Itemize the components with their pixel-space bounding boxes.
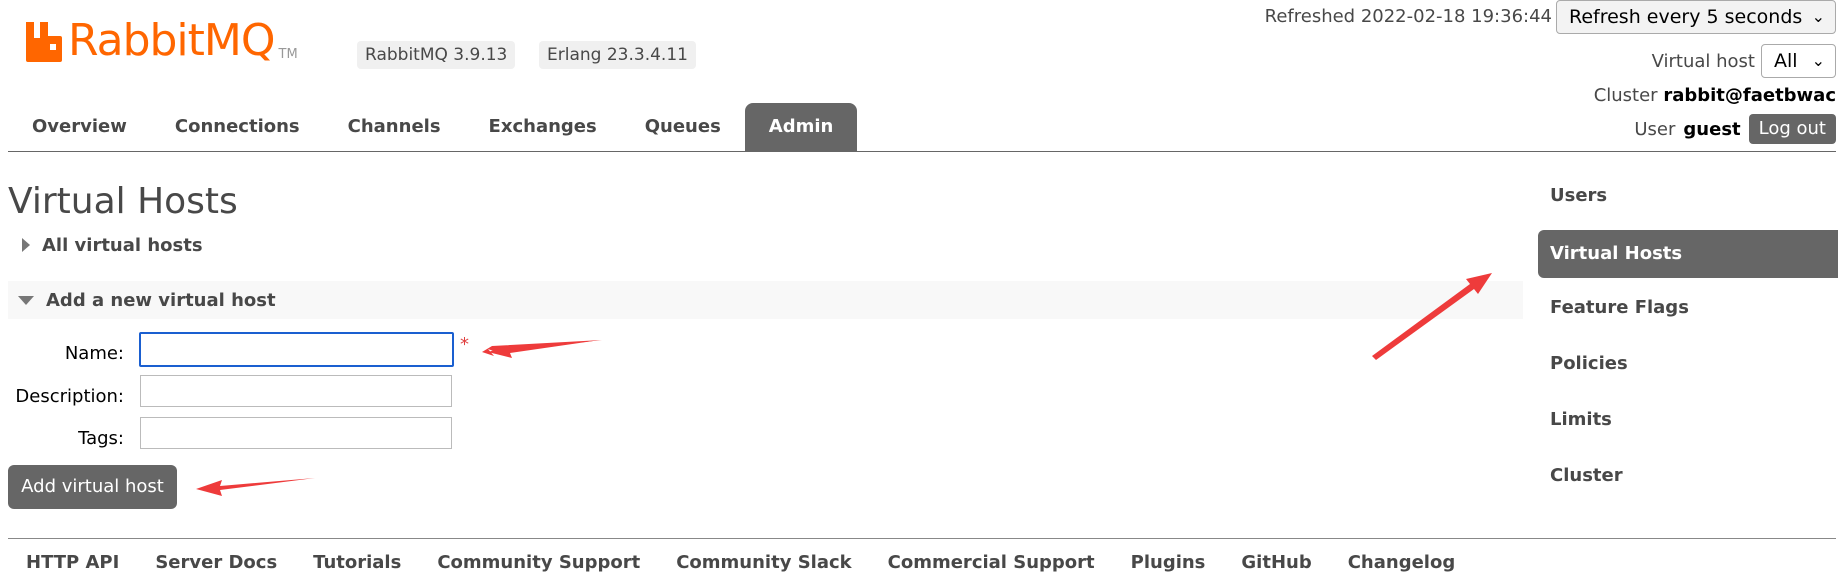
erlang-version-badge: Erlang 23.3.4.11: [539, 41, 696, 69]
footer-link-tutorials[interactable]: Tutorials: [295, 548, 419, 578]
sidebar-item-limits[interactable]: Limits: [1538, 394, 1838, 450]
footer-links: HTTP API Server Docs Tutorials Community…: [8, 548, 1473, 578]
footer-link-changelog[interactable]: Changelog: [1330, 548, 1474, 578]
name-field[interactable]: [139, 332, 454, 367]
user-info: User guest Log out: [1634, 114, 1836, 144]
add-virtual-host-button[interactable]: Add virtual host: [8, 465, 177, 509]
all-virtual-hosts-toggle[interactable]: All virtual hosts: [8, 226, 203, 264]
required-indicator: *: [460, 334, 469, 355]
footer-link-http-api[interactable]: HTTP API: [8, 548, 137, 578]
rabbitmq-logo-icon: [26, 22, 62, 62]
tags-field[interactable]: [140, 417, 452, 449]
rabbitmq-logo[interactable]: RabbitMQ TM: [24, 16, 298, 68]
tab-channels[interactable]: Channels: [324, 103, 465, 151]
sidebar-item-policies[interactable]: Policies: [1538, 338, 1838, 394]
sidebar-item-cluster[interactable]: Cluster: [1538, 450, 1838, 506]
description-field-label: Description:: [15, 386, 124, 407]
footer-link-plugins[interactable]: Plugins: [1113, 548, 1224, 578]
footer-divider: [8, 538, 1836, 539]
admin-sidebar: Users Virtual Hosts Feature Flags Polici…: [1538, 170, 1838, 506]
sidebar-item-virtual-hosts[interactable]: Virtual Hosts: [1538, 230, 1838, 278]
all-virtual-hosts-label: All virtual hosts: [42, 234, 203, 256]
caret-down-icon: [18, 295, 34, 305]
refreshed-timestamp: Refreshed 2022-02-18 19:36:44: [1264, 6, 1552, 27]
chevron-down-icon: ⌄: [1811, 51, 1825, 70]
tab-queues[interactable]: Queues: [621, 103, 745, 151]
virtual-host-label: Virtual host: [1651, 50, 1755, 72]
cluster-name: rabbit@faetbwac: [1663, 85, 1836, 106]
user-name: guest: [1683, 118, 1741, 140]
user-label: User: [1634, 118, 1676, 140]
annotation-arrow-name: [482, 340, 602, 358]
add-virtual-host-toggle[interactable]: Add a new virtual host: [8, 281, 1523, 319]
add-virtual-host-label: Add a new virtual host: [46, 289, 276, 311]
footer-link-community-support[interactable]: Community Support: [419, 548, 658, 578]
chevron-down-icon: ⌄: [1811, 7, 1825, 26]
tab-admin[interactable]: Admin: [744, 103, 858, 151]
description-field[interactable]: [140, 375, 452, 407]
refresh-interval-value: Refresh every 5 seconds: [1569, 6, 1803, 28]
footer-link-commercial-support[interactable]: Commercial Support: [870, 548, 1113, 578]
main-nav-tabs: Overview Connections Channels Exchanges …: [8, 103, 858, 151]
tags-field-label: Tags:: [78, 428, 124, 449]
virtual-host-value: All: [1774, 50, 1798, 72]
annotation-arrow-button: [196, 478, 315, 496]
virtual-host-filter: Virtual host All ⌄: [1652, 44, 1836, 78]
caret-right-icon: [22, 238, 30, 252]
rabbitmq-version-badge: RabbitMQ 3.9.13: [357, 41, 516, 69]
cluster-label: Cluster: [1593, 85, 1658, 106]
tab-connections[interactable]: Connections: [151, 103, 324, 151]
footer-link-github[interactable]: GitHub: [1223, 548, 1329, 578]
virtual-host-select[interactable]: All ⌄: [1761, 44, 1836, 78]
tab-exchanges[interactable]: Exchanges: [465, 103, 621, 151]
sidebar-item-users[interactable]: Users: [1538, 170, 1838, 226]
name-field-label: Name:: [64, 343, 124, 364]
footer-link-community-slack[interactable]: Community Slack: [658, 548, 869, 578]
footer-link-server-docs[interactable]: Server Docs: [137, 548, 295, 578]
brand-name: RabbitMQ: [68, 15, 275, 66]
nav-divider: [8, 151, 1836, 152]
logout-button[interactable]: Log out: [1748, 114, 1836, 144]
cluster-info: Cluster rabbit@faetbwac: [1594, 84, 1836, 108]
brand-trademark: TM: [278, 47, 298, 62]
refresh-interval-select[interactable]: Refresh every 5 seconds ⌄: [1556, 0, 1836, 34]
sidebar-item-feature-flags[interactable]: Feature Flags: [1538, 282, 1838, 338]
tab-overview[interactable]: Overview: [8, 103, 151, 151]
page-title: Virtual Hosts: [8, 181, 238, 222]
